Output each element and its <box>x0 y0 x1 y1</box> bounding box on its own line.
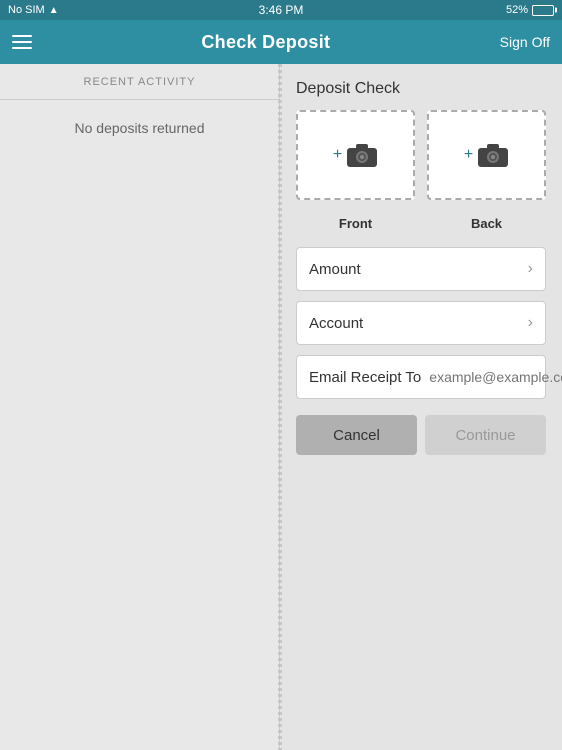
photo-capture-row: + + <box>296 110 546 200</box>
nav-bar: Check Deposit Sign Off <box>0 20 562 64</box>
camera-icon <box>346 142 378 168</box>
amount-field[interactable]: Amount › <box>296 247 546 291</box>
deposit-check-title: Deposit Check <box>296 80 546 98</box>
front-label: Front <box>296 216 415 231</box>
amount-chevron-icon: › <box>528 260 533 278</box>
left-panel: RECENT ACTIVITY No deposits returned <box>0 64 280 750</box>
back-label: Back <box>427 216 546 231</box>
page-title: Check Deposit <box>201 32 330 53</box>
front-photo-button[interactable]: + <box>296 110 415 200</box>
sign-off-button[interactable]: Sign Off <box>500 34 550 50</box>
hamburger-menu-button[interactable] <box>12 35 32 49</box>
camera-back-icon <box>477 142 509 168</box>
email-receipt-input[interactable] <box>429 369 562 385</box>
account-chevron-icon: › <box>528 314 533 332</box>
account-field[interactable]: Account › <box>296 301 546 345</box>
recent-activity-header: RECENT ACTIVITY <box>0 64 279 100</box>
plus-icon: + <box>333 146 342 164</box>
status-left: No SIM ▲ <box>8 4 59 16</box>
status-bar: No SIM ▲ 3:46 PM 52% <box>0 0 562 20</box>
wifi-icon: ▲ <box>49 5 59 16</box>
continue-button[interactable]: Continue <box>425 415 546 455</box>
email-receipt-label: Email Receipt To <box>309 369 421 386</box>
resize-handle <box>278 64 282 750</box>
back-photo-button[interactable]: + <box>427 110 546 200</box>
carrier-label: No SIM <box>8 4 45 16</box>
photo-label-row: Front Back <box>296 216 546 231</box>
amount-label: Amount <box>309 261 361 278</box>
status-right: 52% <box>506 4 554 16</box>
right-panel: Deposit Check + + <box>280 64 562 750</box>
cancel-button[interactable]: Cancel <box>296 415 417 455</box>
account-label: Account <box>309 315 363 332</box>
plus-icon-back: + <box>464 146 473 164</box>
recent-activity-label: RECENT ACTIVITY <box>84 76 196 88</box>
battery-pct-label: 52% <box>506 4 528 16</box>
email-receipt-field: Email Receipt To <box>296 355 546 399</box>
action-buttons: Cancel Continue <box>296 415 546 455</box>
status-time: 3:46 PM <box>259 3 304 17</box>
battery-icon <box>532 5 554 16</box>
no-deposits-message: No deposits returned <box>0 100 279 156</box>
